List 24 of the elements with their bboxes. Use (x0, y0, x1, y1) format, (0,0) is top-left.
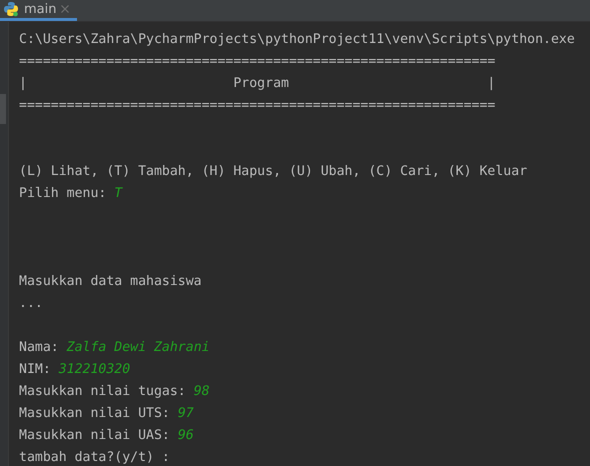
prompt-label: Masukkan nilai tugas: (19, 384, 186, 399)
console-text: | Program | (19, 76, 496, 91)
prompt-label: Masukkan nilai UAS: (19, 428, 170, 443)
console-text: ... (19, 296, 43, 311)
input-text: Zalfa Dewi Zahrani (66, 340, 210, 355)
console-text: (L) Lihat, (T) Tambah, (H) Hapus, (U) Ubah, (C) Cari, (K) Keluar (19, 164, 528, 179)
input-text: 312210320 (58, 362, 130, 377)
prompt-label: Masukkan nilai UTS: (19, 406, 170, 421)
scrollbar-thumb[interactable] (0, 94, 6, 124)
input-text: T (114, 186, 122, 201)
console-text: C:\Users\Zahra\PycharmProjects\pythonProject11\venv\Scripts\python.exe (19, 32, 575, 47)
python-icon (3, 1, 19, 17)
console-text: Masukkan data mahasiswa (19, 274, 202, 289)
input-text: 97 (178, 406, 194, 421)
console-text: tambah data?(y/t) : (19, 450, 170, 465)
console-text: ============================================================ (19, 98, 496, 113)
console-text: ============================================================ (19, 54, 496, 69)
run-tab[interactable]: main (0, 0, 78, 21)
input-text: 96 (178, 428, 194, 443)
prompt-label: Pilih menu: (19, 186, 106, 201)
prompt-label: Nama: (19, 340, 59, 355)
prompt-label: NIM: (19, 362, 51, 377)
input-text: 98 (194, 384, 210, 399)
close-icon[interactable] (61, 5, 70, 13)
